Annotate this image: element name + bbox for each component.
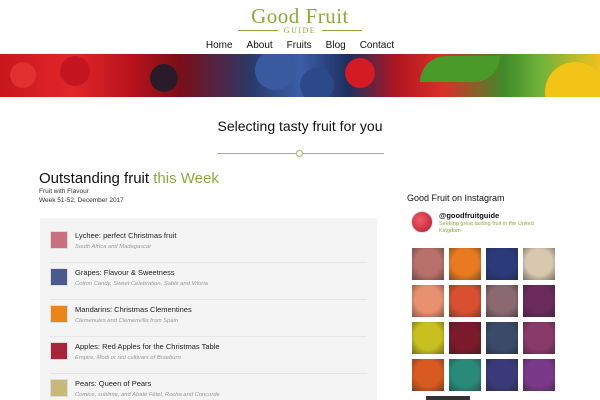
instagram-photo[interactable] bbox=[449, 248, 481, 280]
banner-blackberry bbox=[150, 64, 178, 92]
fruit-item-title[interactable]: Apples: Red Apples for the Christmas Tab… bbox=[75, 342, 220, 352]
banner-cherry bbox=[60, 56, 90, 86]
nav-home[interactable]: Home bbox=[206, 40, 233, 51]
instagram-photo[interactable] bbox=[412, 322, 444, 354]
instagram-follow-button[interactable] bbox=[426, 396, 470, 400]
instagram-avatar[interactable] bbox=[411, 211, 433, 233]
pears-thumbnail bbox=[50, 379, 68, 397]
fruit-item-grapes[interactable]: Grapes: Flavour & Sweetness Cotton Candy… bbox=[50, 263, 367, 300]
banner-blueberry bbox=[255, 54, 295, 90]
fruit-item-title[interactable]: Mandarins: Christmas Clementines bbox=[75, 305, 192, 315]
divider-ornament bbox=[296, 150, 303, 157]
logo-rule-right bbox=[322, 30, 363, 31]
logo-main-text: Good Fruit bbox=[251, 4, 349, 28]
fruit-item-title[interactable]: Pears: Queen of Pears bbox=[75, 379, 220, 389]
lychee-thumbnail bbox=[50, 231, 68, 249]
fruit-item-desc: Cotton Candy, Sweet Celebration, Sable a… bbox=[75, 281, 208, 287]
mandarins-thumbnail bbox=[50, 305, 68, 323]
instagram-photo[interactable] bbox=[412, 359, 444, 391]
instagram-widget-title: Good Fruit on Instagram bbox=[407, 193, 505, 203]
instagram-photo[interactable] bbox=[412, 285, 444, 317]
instagram-bio: Seeking great tasting fruit in the Unite… bbox=[439, 221, 534, 234]
banner-lemon bbox=[545, 62, 600, 97]
banner-leaf bbox=[420, 56, 500, 82]
instagram-photo[interactable] bbox=[523, 248, 555, 280]
main-nav: Home About Fruits Blog Contact bbox=[0, 40, 600, 51]
nav-fruits[interactable]: Fruits bbox=[287, 40, 312, 51]
fruit-item-apples[interactable]: Apples: Red Apples for the Christmas Tab… bbox=[50, 337, 367, 374]
fruit-item-pears[interactable]: Pears: Queen of Pears Comice, sublime, a… bbox=[50, 374, 367, 400]
instagram-photo[interactable] bbox=[449, 359, 481, 391]
fruit-item-mandarins[interactable]: Mandarins: Christmas Clementines Clemenu… bbox=[50, 300, 367, 337]
instagram-photo[interactable] bbox=[449, 285, 481, 317]
nav-about[interactable]: About bbox=[247, 40, 273, 51]
instagram-photo[interactable] bbox=[523, 285, 555, 317]
logo-sub-text: GUIDE bbox=[283, 26, 317, 35]
section-title-plain: Outstanding fruit bbox=[39, 170, 154, 187]
nav-blog[interactable]: Blog bbox=[326, 40, 346, 51]
logo-rule-left bbox=[237, 30, 278, 31]
fruit-item-title[interactable]: Lychee: perfect Christmas fruit bbox=[75, 231, 176, 241]
apples-thumbnail bbox=[50, 342, 68, 360]
fruit-banner-image bbox=[0, 54, 600, 97]
banner-blueberry bbox=[300, 68, 334, 97]
page-tagline: Selecting tasty fruit for you bbox=[217, 118, 383, 134]
fruit-item-lychee[interactable]: Lychee: perfect Christmas fruit South Af… bbox=[50, 226, 367, 263]
instagram-photo[interactable] bbox=[523, 359, 555, 391]
fruit-item-desc: Empire, Modi or red cultivars of Braebur… bbox=[75, 355, 181, 361]
grapes-thumbnail bbox=[50, 268, 68, 286]
section-date: Week 51-52, December 2017 bbox=[39, 197, 124, 204]
banner-strawberry bbox=[10, 62, 36, 88]
site-logo[interactable]: Good Fruit GUIDE bbox=[0, 5, 600, 35]
fruit-item-desc: Comice, sublime, and Abaté Fétel, Rocha … bbox=[75, 392, 220, 398]
section-title-accent: this Week bbox=[153, 170, 219, 187]
banner-raspberry bbox=[345, 58, 375, 88]
instagram-photo-grid bbox=[412, 248, 555, 391]
fruit-item-title[interactable]: Grapes: Flavour & Sweetness bbox=[75, 268, 208, 278]
fruit-list: Lychee: perfect Christmas fruit South Af… bbox=[40, 218, 377, 400]
instagram-handle[interactable]: @goodfruitguide bbox=[439, 211, 539, 221]
fruit-item-desc: Clemenules and Clemenvilla from Spain bbox=[75, 318, 179, 324]
instagram-photo[interactable] bbox=[486, 285, 518, 317]
instagram-profile[interactable]: @goodfruitguide Seeking great tasting fr… bbox=[411, 211, 539, 235]
instagram-photo[interactable] bbox=[486, 359, 518, 391]
instagram-photo[interactable] bbox=[486, 248, 518, 280]
nav-contact[interactable]: Contact bbox=[360, 40, 394, 51]
instagram-photo[interactable] bbox=[523, 322, 555, 354]
logo-sub: GUIDE bbox=[0, 26, 600, 35]
section-subtitle: Fruit with Flavour bbox=[39, 188, 89, 195]
fruit-item-desc: South Africa and Madagascar bbox=[75, 244, 152, 250]
section-title: Outstanding fruit this Week bbox=[39, 170, 219, 187]
instagram-photo[interactable] bbox=[486, 322, 518, 354]
instagram-photo[interactable] bbox=[412, 248, 444, 280]
instagram-photo[interactable] bbox=[449, 322, 481, 354]
